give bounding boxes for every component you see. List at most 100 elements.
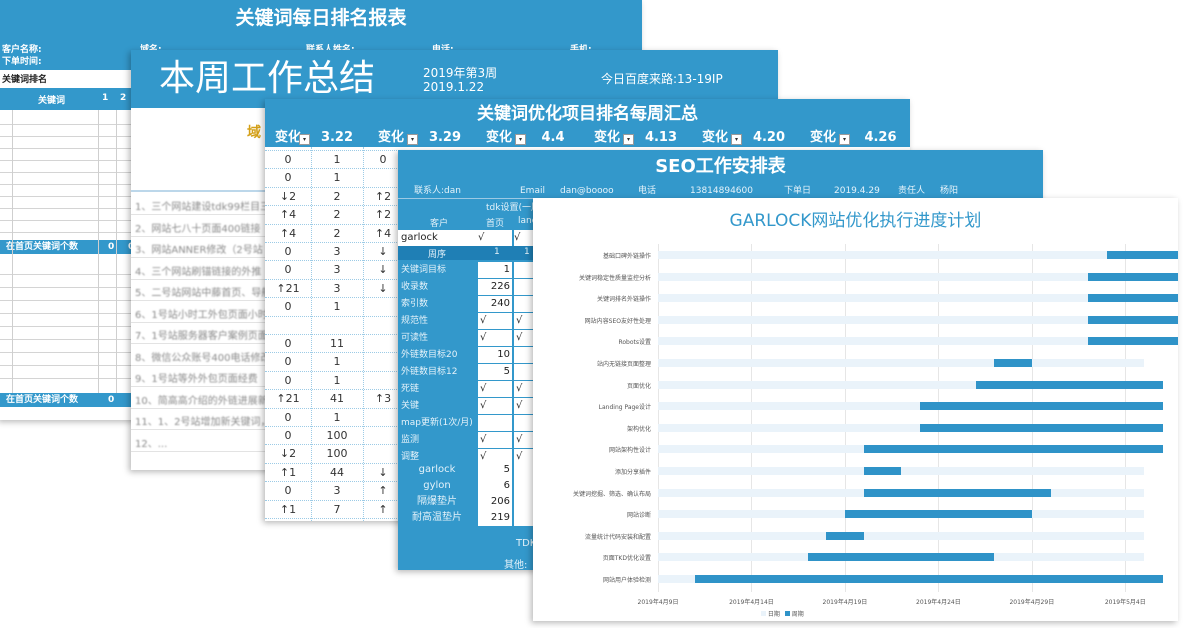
rank-cell: 1 [333,373,341,387]
change-cell: 0 [284,484,292,498]
change-cell: 0 [284,355,292,369]
partial-heading: 域 [247,125,261,141]
row-divider [265,168,405,170]
task-value: √ [478,398,512,414]
x-tick-label: 2019年4月29日 [1009,599,1055,606]
task-label: 基础口碑外链操作 [602,253,651,260]
task-value: √ [478,381,512,397]
sheet4-title: SEO工作安排表 [655,156,786,177]
task-label: 网站用户体验检测 [602,577,651,584]
rank-cell: 100 [326,429,348,442]
column-header: 4.4 [541,130,565,145]
row-divider [265,426,405,428]
task-value: √ [478,313,512,329]
task-label: 索引数 [401,299,429,309]
task-label: 页面优化 [626,382,651,390]
change-cell: ↓2 [279,447,297,461]
change-cell: 0 [284,337,292,350]
task-band [658,251,1144,259]
row-divider [265,462,405,465]
email-label: Email [520,186,545,196]
filter-dropdown-icon: ▾ [299,134,310,145]
task-bar [1087,272,1178,281]
change-cell: 0 [379,153,387,166]
column-divider [116,110,117,393]
section-label: 关键词排名 [2,75,48,85]
task-band [658,272,1144,281]
change-cell: ↑3 [374,392,392,406]
change-cell: ↑ [378,484,388,498]
tdk-label: tdk设置(一周 [486,203,540,213]
task-band [658,315,1144,324]
rank-cell: 100 [326,447,348,461]
task-label: 网站内容SEO友好性处理 [584,317,651,325]
task-label: map更新(1次/月) [401,418,473,428]
sheet2-title: 本周工作总结 [159,58,376,99]
change-cell [363,427,403,445]
column-header: 3.29 [428,130,462,145]
column-divider [12,110,13,393]
row-divider [265,370,405,373]
legend-swatch-period [784,611,790,616]
row-divider [265,150,405,152]
task-band [658,467,1144,475]
task-bar [863,445,1163,454]
task-label: 收录数 [401,282,429,292]
row-divider [265,315,405,318]
change-cell: ↑1 [279,502,297,516]
rank-cell: 3 [333,281,341,295]
task-bar [975,380,1163,389]
column-divider [363,147,365,521]
rank-cell [311,317,363,335]
task-label: 监测 [401,435,420,445]
task-bar [919,402,1163,411]
task-label: Landing Page设计 [598,404,651,412]
filter-dropdown-icon: ▾ [839,134,850,145]
rank-cell: 41 [330,392,344,406]
change-cell: ↑2 [374,208,392,222]
keyword-value: 6 [478,478,512,494]
column-header: 3.22 [320,130,354,145]
task-value [478,415,512,431]
x-tick-label: 2019年4月24日 [916,599,961,606]
summary-zero: 0 [108,242,115,252]
change-cell [363,298,403,316]
traffic-note: 今日百度来路:13-19IP [601,72,723,86]
rank-cell: 3 [333,245,341,258]
task-label: 关键 [401,401,420,411]
change-cell [363,372,403,390]
change-cell: ↓ [378,465,388,479]
task-band [658,359,1144,367]
task-bar [844,510,1032,519]
rank-cell: 2 [333,189,341,203]
change-cell: ↑4 [374,226,392,240]
column-header: 4.13 [644,130,678,145]
filter-dropdown-icon: ▾ [407,134,418,145]
change-cell: ↓ [378,263,388,277]
change-cell: ↓ [378,281,388,295]
task-band [658,531,1144,540]
task-bar [994,359,1032,367]
task-bar [1087,315,1178,324]
task-label: 规范性 [401,316,429,326]
filter-dropdown-icon: ▾ [731,134,742,145]
summary-date: 2019.1.22 [423,80,485,94]
change-cell: ↑ [378,502,388,516]
contact: 联系人:dan [414,186,461,196]
row-divider [265,278,405,281]
task-value: 240 [478,296,512,312]
change-cell: ↑1 [279,465,297,479]
row-divider [265,352,405,354]
task-label: 网站诊断 [626,512,651,520]
row-divider [265,389,405,391]
change-cell: ↑21 [276,281,300,295]
legend-date: 日期 [767,611,780,618]
col-1: 1 [102,93,109,103]
homepage-col: 首页 [486,219,505,229]
change-cell [265,317,311,335]
task-band [658,337,1144,346]
x-tick-label: 2019年4月19日 [822,599,868,606]
change-cell: ↑4 [279,208,297,222]
column-header: 4.20 [752,130,786,145]
task-bar [919,423,1163,432]
